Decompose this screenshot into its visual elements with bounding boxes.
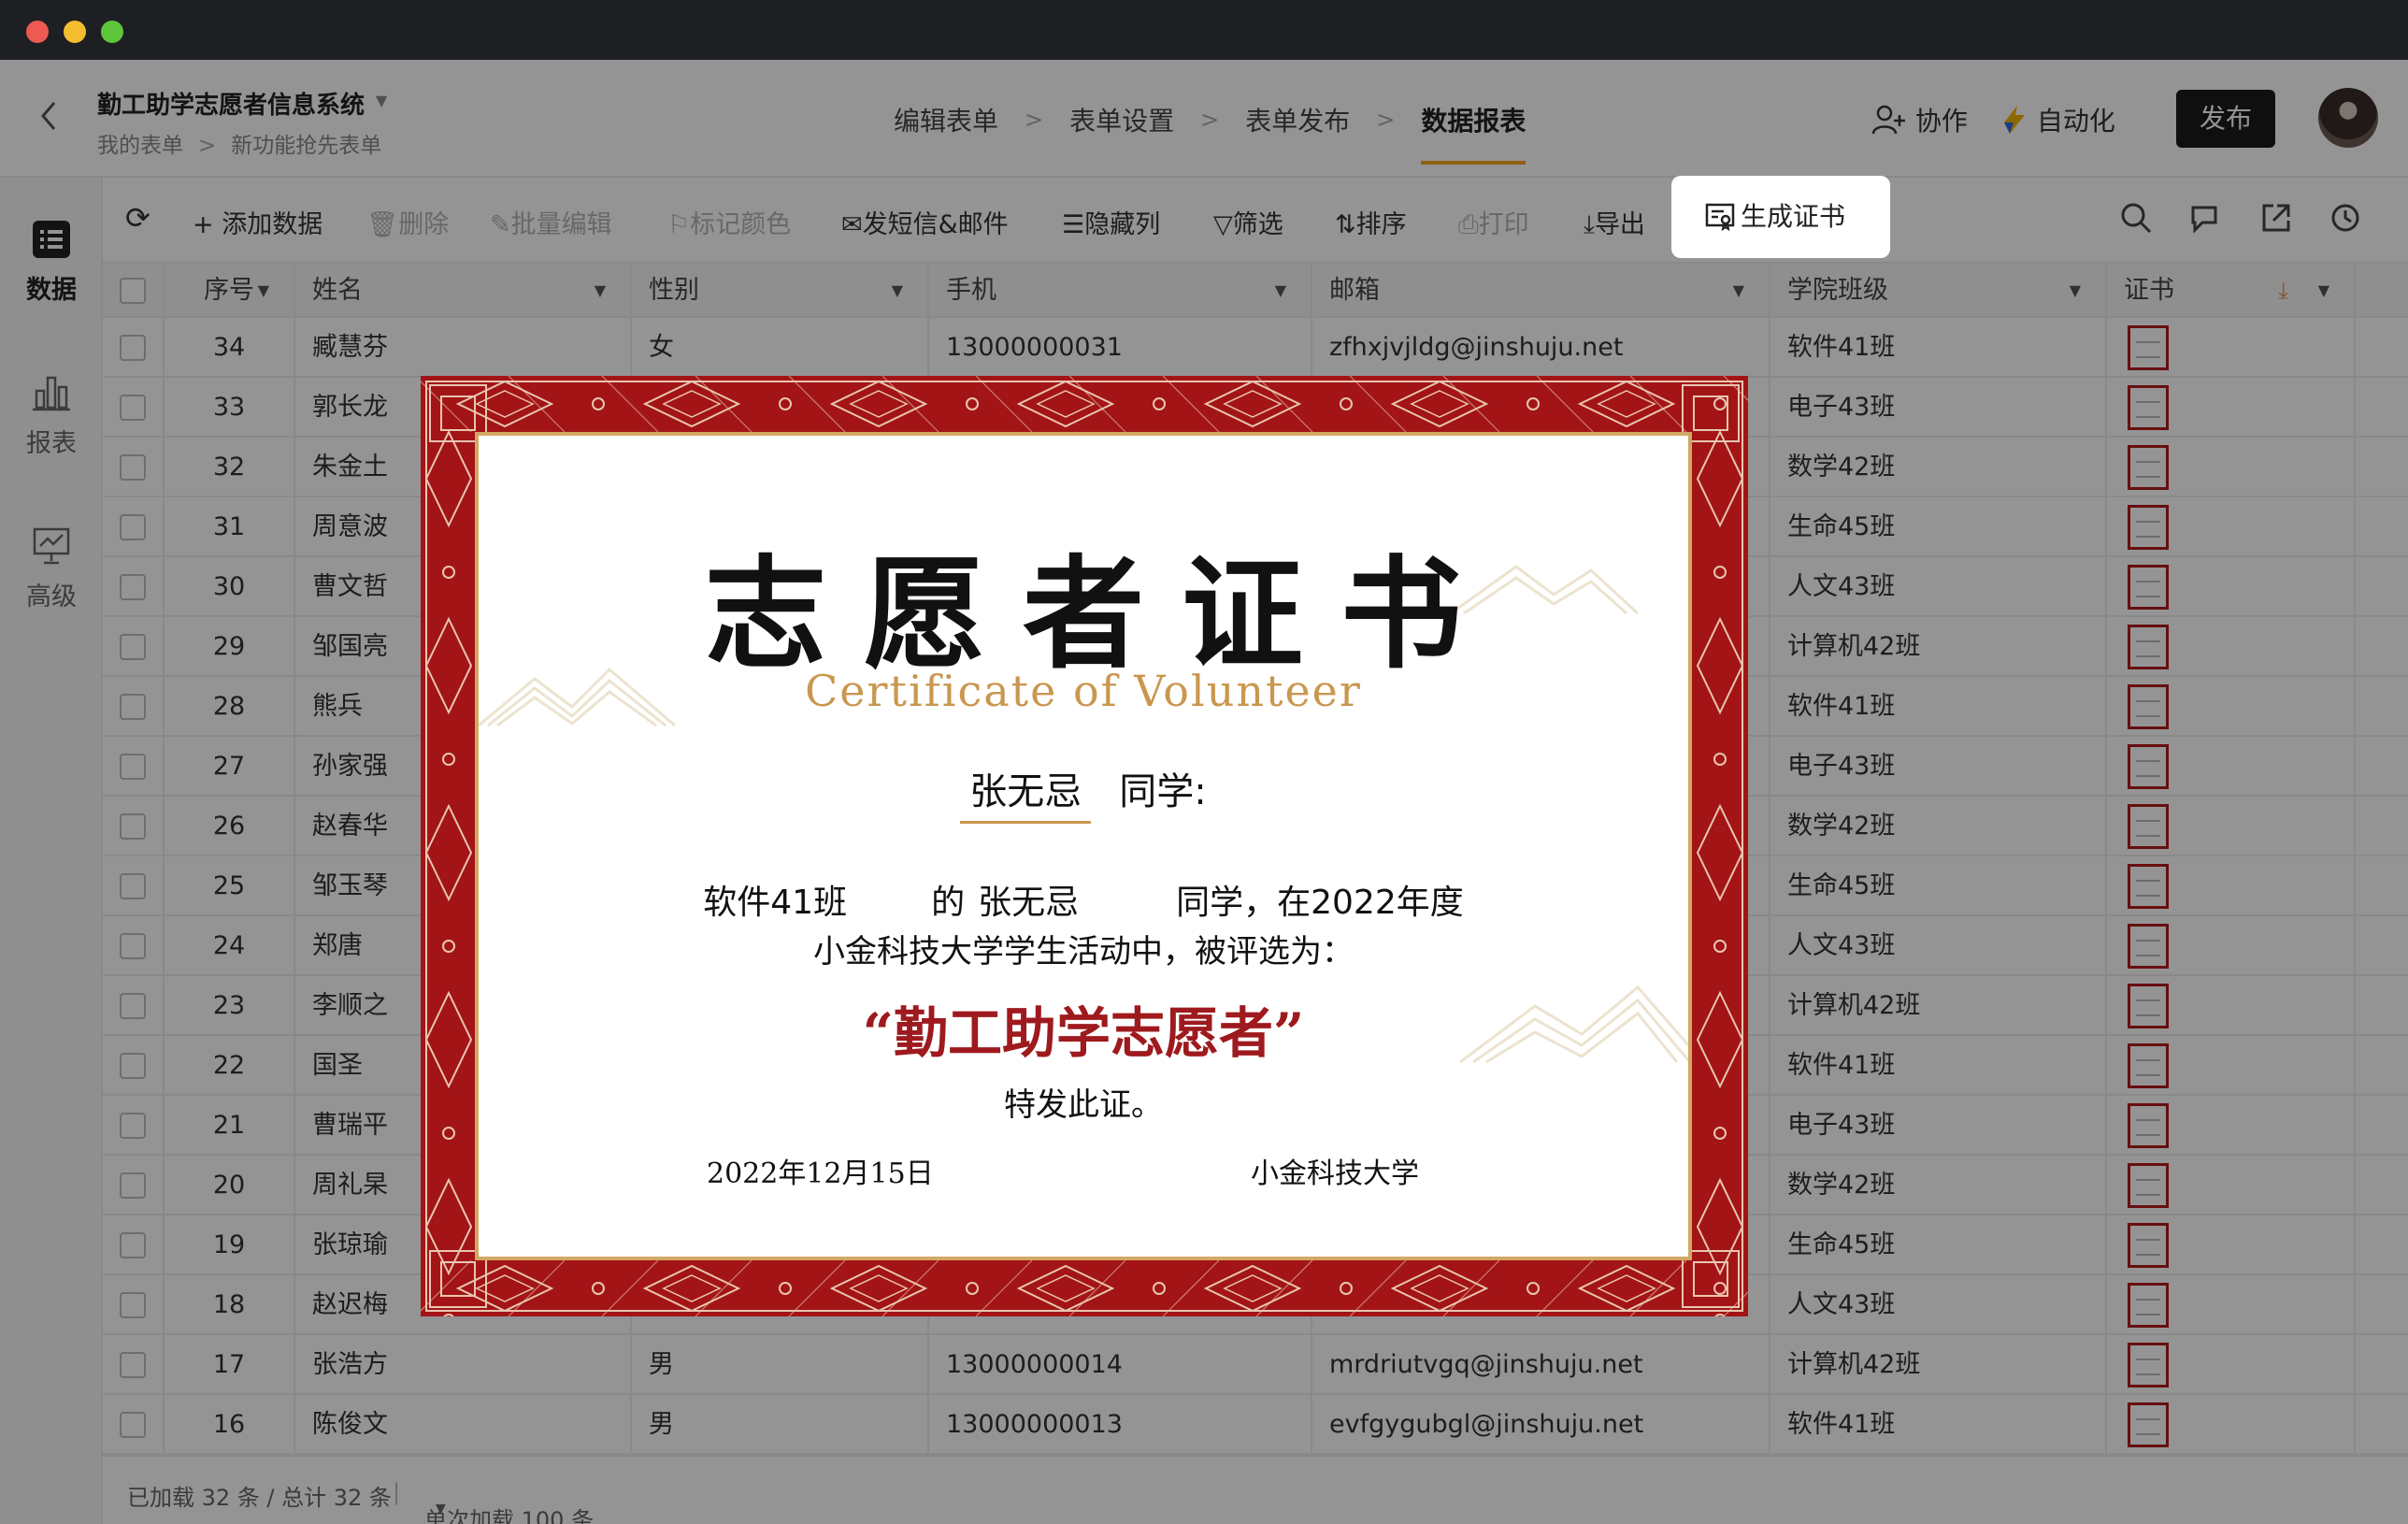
certificate-date: 2022年12月15日: [707, 1157, 934, 1190]
close-window-button[interactable]: [26, 21, 49, 43]
certificate-issuer: 小金科技大学: [1251, 1157, 1419, 1190]
certificate-line-1: 软件41班的张无忌 同学，在2022年度: [703, 884, 1464, 922]
zoom-window-button[interactable]: [101, 21, 123, 43]
certificate-student-name-2: 张无忌: [978, 884, 1080, 922]
generate-certificate-button[interactable]: 生成证书: [1671, 176, 1890, 258]
minimize-window-button[interactable]: [64, 21, 86, 43]
certificate-line-2: 小金科技大学学生活动中，被评选为：: [813, 933, 1354, 970]
generate-certificate-label: 生成证书: [1741, 201, 1846, 232]
certificate-student-name: 张无忌: [960, 761, 1092, 824]
certificate-preview: 志愿者证书 Certificate of Volunteer 张无忌 同学: 软件…: [421, 376, 1748, 1316]
certificate-honor: “勤工助学志愿者”: [862, 1001, 1305, 1065]
certificate-class: 软件41班: [703, 884, 848, 922]
certificate-issue-text: 特发此证。: [1004, 1086, 1163, 1124]
certificate-icon: [1705, 203, 1735, 231]
certificate-greeting: 张无忌 同学:: [479, 761, 1688, 824]
certificate-paper: 志愿者证书 Certificate of Volunteer 张无忌 同学: 软件…: [475, 432, 1692, 1260]
certificate-subtitle: Certificate of Volunteer: [805, 666, 1362, 716]
window-titlebar: [0, 0, 2408, 60]
app-window: 勤工助学志愿者信息系统 ▼ 我的表单 > 新功能抢先表单 编辑表单 > 表单设置 >…: [0, 0, 2408, 1524]
